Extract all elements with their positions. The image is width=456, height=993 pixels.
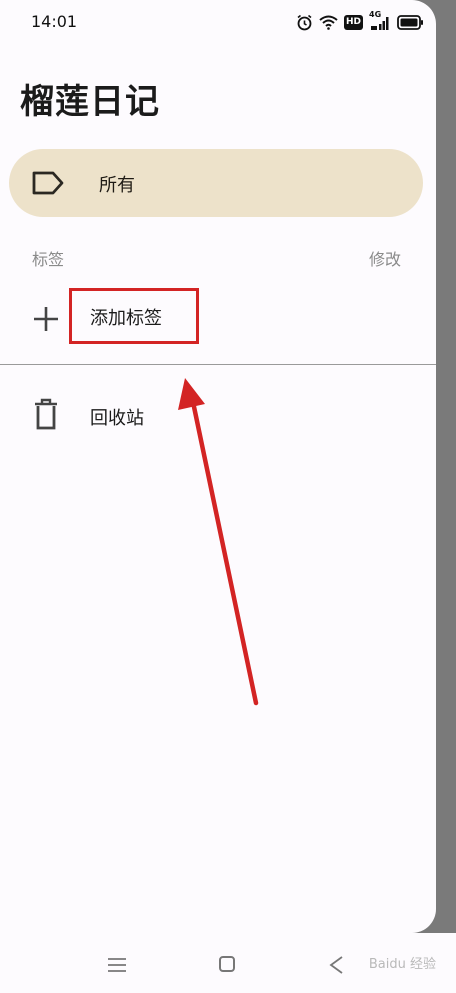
navigation-drawer: 14:01 HD 4G 榴莲日记 所有 标签 修改 添加标签 回收站 <box>0 0 436 933</box>
label-tag-icon <box>32 171 64 195</box>
network-type-label: 4G <box>369 10 382 19</box>
status-bar: 14:01 HD 4G <box>0 0 436 44</box>
alarm-icon <box>296 13 313 31</box>
app-title: 榴莲日记 <box>20 82 160 122</box>
nav-item-trash[interactable]: 回收站 <box>0 388 436 444</box>
trash-label: 回收站 <box>90 408 144 429</box>
nav-item-all-label: 所有 <box>99 175 135 196</box>
menu-icon[interactable] <box>107 957 127 973</box>
home-icon[interactable] <box>219 956 235 972</box>
edit-labels-button[interactable]: 修改 <box>369 246 401 270</box>
status-icons: HD 4G <box>296 10 424 31</box>
trash-icon <box>35 398 57 430</box>
labels-section-header: 标签 <box>32 250 65 269</box>
battery-icon <box>397 13 424 31</box>
hd-badge: HD <box>343 14 363 30</box>
watermark: Baidu 经验 <box>368 957 436 972</box>
section-divider <box>0 364 436 365</box>
add-label-text: 添加标签 <box>90 308 162 329</box>
back-icon[interactable] <box>328 955 344 975</box>
status-time: 14:01 <box>31 12 78 31</box>
wifi-icon <box>319 13 338 31</box>
4g-signal-icon: 4G <box>369 10 391 31</box>
plus-icon <box>34 307 58 331</box>
nav-item-all[interactable]: 所有 <box>9 149 423 217</box>
system-navigation-bar: Baidu 经验 <box>0 933 456 993</box>
add-label-item[interactable]: 添加标签 <box>0 286 436 348</box>
